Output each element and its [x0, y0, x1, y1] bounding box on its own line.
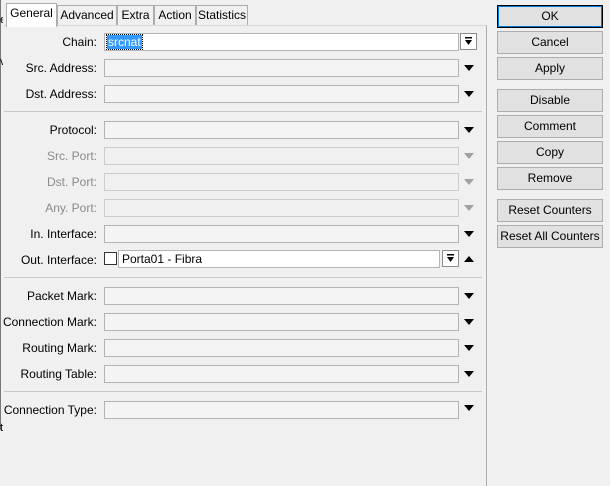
tab-advanced[interactable]: Advanced [57, 5, 117, 25]
src-port-label: Src. Port: [46, 149, 97, 163]
ok-button[interactable]: OK [497, 5, 603, 28]
out-interface-invert-checkbox[interactable] [104, 252, 117, 265]
connection-type-label: Connection Type: [3, 403, 97, 417]
dst-address-label: Dst. Address: [25, 87, 97, 101]
packet-mark-dropdown[interactable] [460, 287, 478, 305]
triangle-down-disabled-icon [464, 205, 474, 211]
out-interface-collapse-button[interactable] [460, 250, 478, 268]
separator [4, 111, 482, 112]
routing-mark-label: Routing Mark: [22, 341, 97, 355]
routing-mark-field[interactable] [104, 339, 459, 357]
copy-button[interactable]: Copy [497, 141, 603, 164]
dst-address-field[interactable] [104, 85, 459, 103]
separator [4, 277, 482, 278]
dst-port-field [104, 173, 459, 191]
chain-field[interactable]: srcnat [104, 33, 459, 51]
combo-arrow-icon [447, 254, 454, 262]
dst-port-dropdown [460, 173, 478, 191]
triangle-down-icon [464, 127, 474, 133]
edge-char: v [0, 56, 3, 68]
connection-mark-label: Connection Mark: [2, 315, 97, 329]
dst-port-label: Dst. Port: [46, 175, 97, 189]
in-interface-field[interactable] [104, 225, 459, 243]
src-port-field [104, 147, 459, 165]
apply-button[interactable]: Apply [497, 57, 603, 80]
any-port-field [104, 199, 459, 217]
triangle-up-icon [464, 256, 474, 262]
in-interface-label: In. Interface: [30, 227, 97, 241]
triangle-down-icon [464, 345, 474, 351]
tab-general[interactable]: General [6, 3, 57, 27]
routing-table-dropdown[interactable] [460, 365, 478, 383]
src-address-dropdown[interactable] [460, 59, 478, 77]
cancel-button[interactable]: Cancel [497, 31, 603, 54]
packet-mark-label: Packet Mark: [26, 289, 97, 303]
packet-mark-field[interactable] [104, 287, 459, 305]
protocol-field[interactable] [104, 121, 459, 139]
in-interface-dropdown[interactable] [460, 225, 478, 243]
triangle-down-icon [464, 405, 474, 411]
protocol-label: Protocol: [49, 123, 97, 137]
src-port-dropdown [460, 147, 478, 165]
chain-combo-button[interactable] [460, 33, 477, 50]
connection-mark-field[interactable] [104, 313, 459, 331]
tab-extra[interactable]: Extra [117, 5, 154, 25]
triangle-down-icon [464, 91, 474, 97]
routing-table-label: Routing Table: [20, 367, 98, 381]
chain-label: Chain: [62, 35, 97, 49]
triangle-down-icon [464, 231, 474, 237]
src-address-field[interactable] [104, 59, 459, 77]
chain-value: srcnat [106, 34, 143, 50]
comment-button[interactable]: Comment [497, 115, 603, 138]
edge-char: t [0, 422, 3, 434]
triangle-down-disabled-icon [464, 153, 474, 159]
routing-mark-dropdown[interactable] [460, 339, 478, 357]
out-interface-value: Porta01 - Fibra [122, 252, 203, 266]
combo-arrow-icon [465, 37, 472, 45]
protocol-dropdown[interactable] [460, 121, 478, 139]
reset-all-counters-button[interactable]: Reset All Counters [497, 225, 603, 248]
remove-button[interactable]: Remove [497, 167, 603, 190]
any-port-dropdown [460, 199, 478, 217]
routing-table-field[interactable] [104, 365, 459, 383]
connection-mark-dropdown[interactable] [460, 313, 478, 331]
any-port-label: Any. Port: [45, 201, 97, 215]
triangle-down-disabled-icon [464, 179, 474, 185]
tab-action[interactable]: Action [154, 5, 196, 25]
reset-counters-button[interactable]: Reset Counters [497, 199, 603, 222]
edge-char: e [0, 14, 3, 26]
triangle-down-icon [464, 319, 474, 325]
tab-statistics[interactable]: Statistics [196, 5, 248, 25]
out-interface-combo-button[interactable] [442, 250, 459, 267]
src-address-label: Src. Address: [25, 61, 97, 75]
triangle-down-icon [464, 371, 474, 377]
out-interface-field[interactable]: Porta01 - Fibra [118, 250, 440, 268]
out-interface-label: Out. Interface: [20, 253, 97, 267]
triangle-down-icon [464, 293, 474, 299]
disable-button[interactable]: Disable [497, 89, 603, 112]
separator [4, 391, 482, 392]
dst-address-dropdown[interactable] [460, 85, 478, 103]
triangle-down-icon [464, 65, 474, 71]
connection-type-field[interactable] [104, 401, 459, 419]
connection-type-dropdown[interactable] [460, 399, 478, 417]
